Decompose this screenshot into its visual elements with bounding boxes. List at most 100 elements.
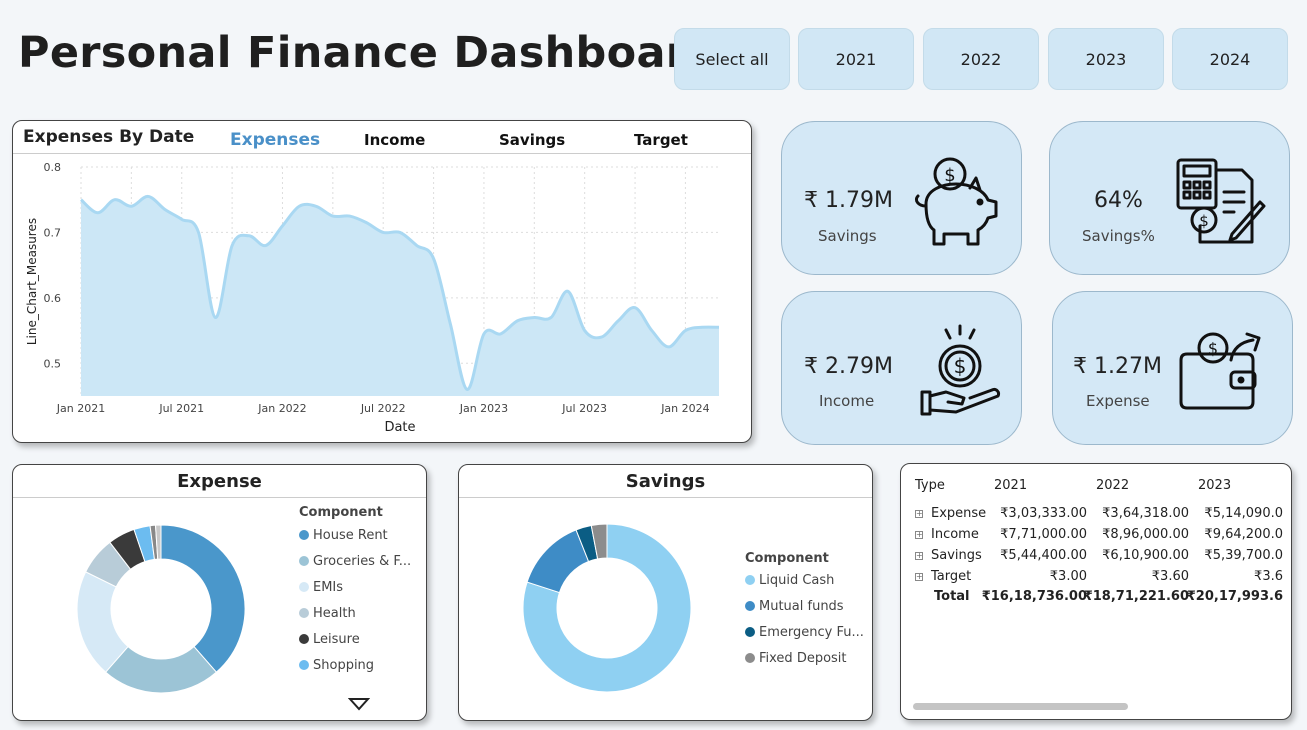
legend-label: Leisure — [313, 632, 360, 647]
legend-label: Liquid Cash — [759, 573, 835, 588]
legend-color-dot — [745, 601, 755, 611]
legend-item[interactable]: Shopping — [299, 658, 374, 673]
table-cell: ₹3,64,318.00 — [1102, 506, 1189, 521]
expense-donut-chart — [76, 524, 246, 694]
legend-color-dot — [745, 653, 755, 663]
kpi-expense: ₹ 1.27M Expense $ — [1052, 291, 1293, 445]
legend-label: Health — [313, 606, 356, 621]
legend-scroll-down-icon[interactable] — [348, 697, 370, 711]
table-header-cell: 2022 — [1096, 478, 1130, 493]
expand-row-icon[interactable]: + — [915, 531, 923, 539]
kpi-expense-value: ₹ 1.27M — [1073, 354, 1162, 379]
tab-target[interactable]: Target — [634, 131, 688, 149]
expense-divider — [13, 497, 426, 498]
savings-donut-card: Savings Component Liquid Cash Mutual fund… — [458, 464, 873, 721]
table-cell: ₹9,64,200.0 — [1204, 527, 1283, 542]
expense-donut-title: Expense — [177, 471, 262, 492]
legend-color-dot — [299, 530, 309, 540]
row-label: Expense — [931, 506, 987, 521]
table-header-cell: Type — [915, 478, 945, 493]
y-axis-label: Line_Chart_Measures — [25, 218, 39, 345]
table-cell: ₹8,96,000.00 — [1102, 527, 1189, 542]
y-tick-label: 0.7 — [44, 226, 62, 239]
slicer-select-all[interactable]: Select all — [674, 28, 790, 90]
x-tick-label: Jul 2022 — [360, 402, 406, 415]
slicer-2021[interactable]: 2021 — [798, 28, 914, 90]
slicer-2024[interactable]: 2024 — [1172, 28, 1288, 90]
legend-item[interactable]: Groceries & F... — [299, 554, 411, 569]
kpi-savings-percent-label: Savings% — [1082, 227, 1155, 245]
page-title: Personal Finance Dashboard — [18, 28, 719, 78]
piggy-bank-icon: $ — [914, 157, 998, 246]
expand-row-icon[interactable]: + — [915, 510, 923, 518]
expenses-by-date-card: Expenses By Date Expenses Income Savings… — [12, 120, 752, 443]
row-label: Target — [931, 569, 972, 584]
legend-label: EMIs — [313, 580, 344, 595]
x-tick-label: Jan 2023 — [459, 402, 508, 415]
legend-item[interactable]: EMIs — [299, 580, 343, 595]
table-total-cell: ₹18,71,221.60 — [1083, 589, 1189, 604]
legend-item[interactable]: Mutual funds — [745, 599, 844, 614]
table-row-type[interactable]: + Target — [915, 569, 971, 584]
x-tick-label: Jul 2023 — [561, 402, 607, 415]
table-cell: ₹5,39,700.0 — [1204, 548, 1283, 563]
expenses-area — [81, 196, 719, 396]
x-tick-label: Jan 2022 — [257, 402, 306, 415]
legend-color-dot — [299, 608, 309, 618]
legend-label: Emergency Fu... — [759, 625, 864, 640]
legend-item[interactable]: House Rent — [299, 528, 388, 543]
expenses-area-chart: 0.8 0.7 0.6 0.5 Jan 2021 Jul 2021 Jan 2022 Jul… — [25, 161, 720, 435]
legend-label: Mutual funds — [759, 599, 844, 614]
legend-label: Fixed Deposit — [759, 651, 847, 666]
kpi-expense-label: Expense — [1086, 392, 1150, 410]
savings-legend-title: Component — [745, 551, 829, 566]
table-total-label: Total — [934, 589, 970, 604]
tab-income[interactable]: Income — [364, 131, 425, 149]
table-row-type[interactable]: + Expense — [915, 506, 986, 521]
expand-row-icon[interactable]: + — [915, 552, 923, 560]
kpi-savings-value: ₹ 1.79M — [804, 188, 893, 213]
kpi-savings: ₹ 1.79M Savings $ — [781, 121, 1022, 275]
legend-color-dot — [299, 660, 309, 670]
table-row-type[interactable]: + Income — [915, 527, 979, 542]
kpi-savings-percent: 64% Savings% $ — [1049, 121, 1290, 275]
expense-legend-title: Component — [299, 505, 383, 520]
table-cell: ₹3.00 — [1049, 569, 1087, 584]
legend-label: Shopping — [313, 658, 375, 673]
row-label: Savings — [931, 548, 982, 563]
legend-item[interactable]: Emergency Fu... — [745, 625, 864, 640]
svg-text:$: $ — [1199, 212, 1209, 230]
legend-item[interactable]: Liquid Cash — [745, 573, 834, 588]
x-tick-label: Jan 2024 — [660, 402, 709, 415]
legend-color-dot — [299, 634, 309, 644]
table-cell: ₹6,10,900.00 — [1102, 548, 1189, 563]
calculator-icon: $ — [1176, 158, 1266, 244]
savings-donut-chart — [522, 523, 692, 693]
expand-row-icon[interactable]: + — [915, 573, 923, 581]
legend-item[interactable]: Leisure — [299, 632, 360, 647]
kpi-savings-label: Savings — [818, 227, 877, 245]
table-total-cell: ₹16,18,736.00 — [981, 589, 1087, 604]
table-cell: ₹3.6 — [1254, 569, 1283, 584]
table-cell: ₹5,14,090.0 — [1204, 506, 1283, 521]
tab-expenses[interactable]: Expenses — [230, 130, 320, 150]
legend-item[interactable]: Health — [299, 606, 356, 621]
table-cell: ₹3,03,333.00 — [1000, 506, 1087, 521]
legend-color-dot — [299, 582, 309, 592]
slicer-2022[interactable]: 2022 — [923, 28, 1039, 90]
x-tick-label: Jan 2021 — [56, 402, 105, 415]
kpi-income: ₹ 2.79M Income $ — [781, 291, 1022, 445]
svg-text:$: $ — [954, 354, 967, 378]
horizontal-scrollbar[interactable] — [913, 703, 1128, 710]
legend-item[interactable]: Fixed Deposit — [745, 651, 847, 666]
x-tick-label: Jul 2021 — [158, 402, 204, 415]
table-cell: ₹7,71,000.00 — [1000, 527, 1087, 542]
table-row-type[interactable]: + Savings — [915, 548, 982, 563]
y-tick-label: 0.5 — [44, 357, 62, 370]
tab-savings[interactable]: Savings — [499, 131, 565, 149]
slicer-2023[interactable]: 2023 — [1048, 28, 1164, 90]
donut-slice[interactable] — [160, 524, 246, 673]
savings-divider — [459, 497, 872, 498]
table-cell: ₹5,44,400.00 — [1000, 548, 1087, 563]
legend-color-dot — [299, 556, 309, 566]
